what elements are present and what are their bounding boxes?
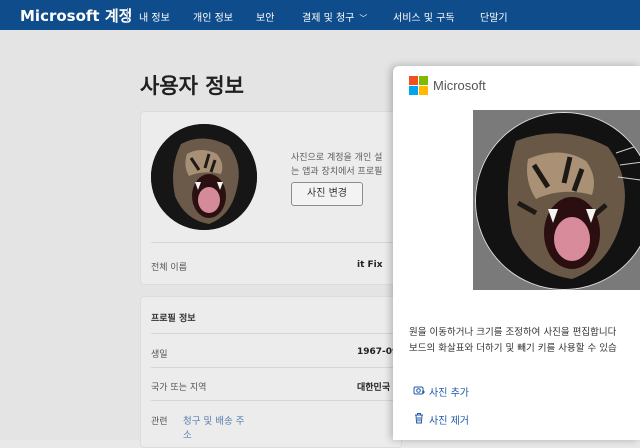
add-photo-button[interactable]: 사진 추가 [413, 384, 469, 399]
nav-item-devices[interactable]: 단말기 [480, 9, 508, 24]
microsoft-logo-icon [409, 76, 429, 96]
chevron-down-icon: ﹀ [359, 14, 368, 23]
related-label: 관련 [151, 417, 168, 427]
nav-item-services[interactable]: 서비스 및 구독 [393, 9, 455, 24]
photo-description-line-1: 사진으로 계정을 개인 설 [291, 153, 383, 163]
photo-crop-area[interactable] [473, 110, 640, 290]
avatar [151, 124, 257, 230]
brand-title[interactable]: Microsoft 계정 [20, 5, 132, 26]
full-name-value: it Fix [357, 260, 383, 270]
remove-photo-button[interactable]: 사진 제거 [413, 412, 469, 427]
top-nav-bar: Microsoft 계정 내 정보 개인 정보 보안 결제 및 청구 ﹀ 서비스 … [0, 0, 640, 30]
birthdate-label: 생일 [151, 350, 168, 360]
photo-editor-dialog: Microsoft 원을 이동하거나 크기를 조정하여 사진을 편집합니다 보드… [393, 66, 640, 440]
microsoft-logo-text: Microsoft [433, 78, 486, 93]
region-label: 국가 또는 지역 [151, 383, 207, 393]
trash-icon [413, 412, 425, 427]
nav-item-billing-label: 결제 및 청구 [302, 13, 355, 24]
profile-info-card: 프로필 정보 생일 1967-09 국가 또는 지역 대한민국 관련 청구 및 … [140, 296, 402, 448]
divider [151, 333, 401, 334]
tiger-photo-large [476, 113, 640, 289]
crop-help-text-line-2: 보드의 화살표와 더하기 및 빼기 키를 사용할 수 있습 [409, 343, 617, 354]
nav-item-privacy[interactable]: 개인 정보 [193, 9, 233, 24]
page-title: 사용자 정보 [140, 74, 244, 98]
nav-item-my-info[interactable]: 내 정보 [139, 9, 170, 24]
divider [151, 242, 401, 243]
region-value: 대한민국 [357, 383, 391, 393]
camera-add-icon [413, 384, 425, 399]
divider [151, 367, 401, 368]
brand-divider [127, 8, 128, 22]
crop-circle-handle[interactable] [475, 112, 640, 290]
related-link-billing-address-cont[interactable]: 소 [183, 427, 192, 441]
nav-item-billing[interactable]: 결제 및 청구 ﹀ [302, 9, 367, 24]
remove-photo-label: 사진 제거 [429, 416, 469, 427]
nav-item-security[interactable]: 보안 [256, 9, 274, 24]
divider [151, 400, 401, 401]
change-photo-button[interactable]: 사진 변경 [291, 182, 363, 206]
profile-info-heading: 프로필 정보 [151, 314, 196, 324]
crop-help-text-line-1: 원을 이동하거나 크기를 조정하여 사진을 편집합니다 [409, 327, 617, 338]
add-photo-label: 사진 추가 [429, 388, 469, 399]
profile-photo-card: 사진으로 계정을 개인 설 는 앱과 장치에서 프로필 사진 변경 전체 이름 … [140, 111, 402, 285]
full-name-label: 전체 이름 [151, 263, 187, 273]
tiger-photo [151, 124, 257, 230]
photo-description-line-2: 는 앱과 장치에서 프로필 [291, 167, 383, 177]
related-link-billing-address[interactable]: 청구 및 배송 주 [183, 413, 245, 427]
